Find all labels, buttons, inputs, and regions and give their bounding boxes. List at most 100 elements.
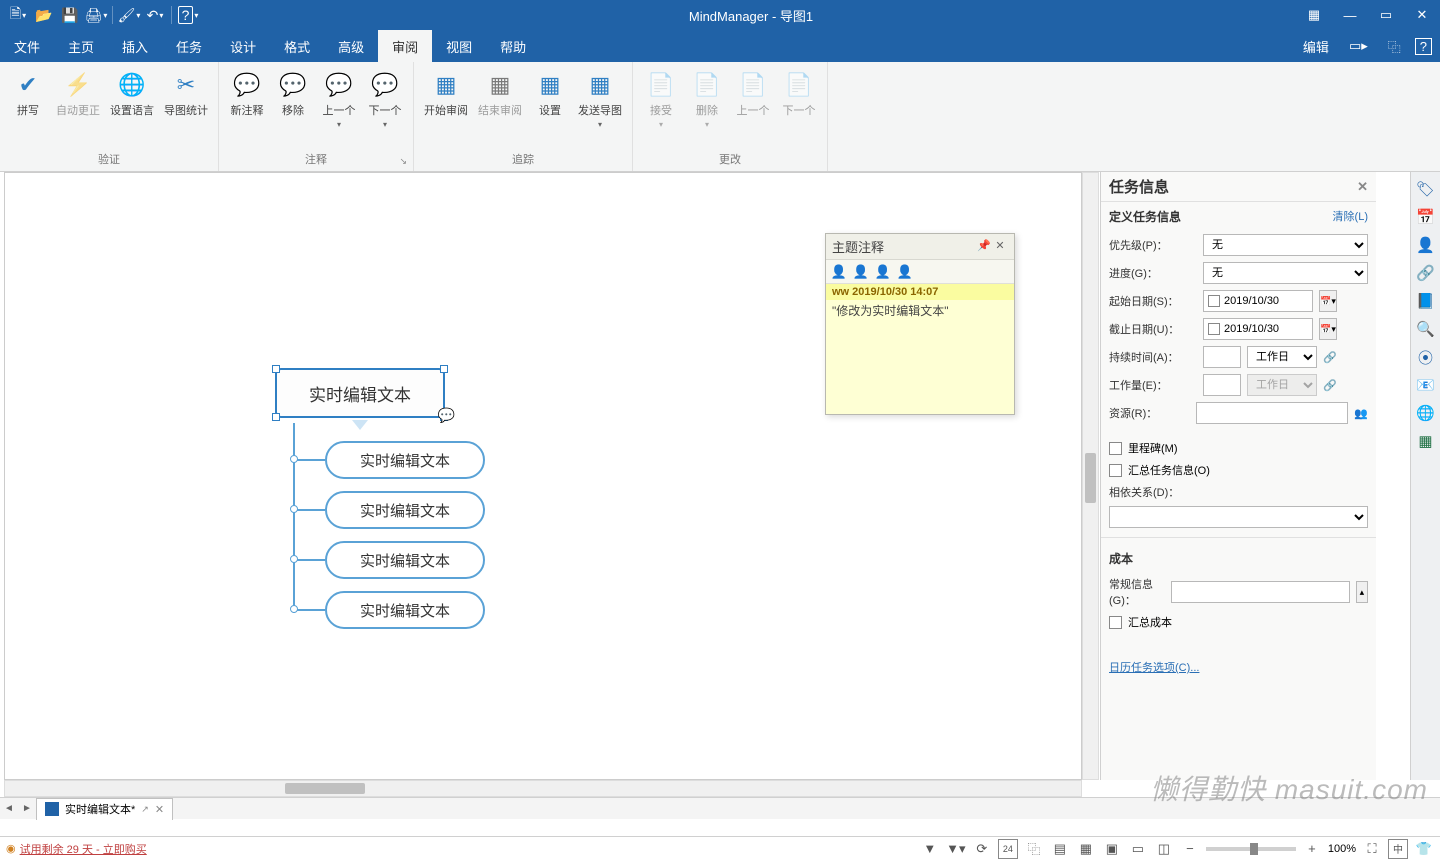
qat-format-painter[interactable]: 🖌▾ (117, 3, 141, 27)
resource-picker-icon[interactable]: 👥 (1354, 407, 1368, 420)
document-tab[interactable]: 实时编辑文本* ↗ ✕ (36, 798, 173, 820)
cost-spinner-up[interactable]: ▴ (1356, 581, 1368, 603)
strip-calendar-icon[interactable]: 📅 (1413, 204, 1439, 230)
tab-task[interactable]: 任务 (162, 30, 216, 62)
mindmap-child-topic[interactable]: 实时编辑文本 (325, 541, 485, 579)
selection-handle[interactable] (440, 365, 448, 373)
group-launcher-annotation[interactable]: ↘ (399, 156, 407, 167)
review-settings-button[interactable]: ▦设置 (528, 66, 572, 121)
ribbon-display-button[interactable]: ▦ (1296, 0, 1332, 30)
tab-advanced[interactable]: 高级 (324, 30, 378, 62)
vertical-scrollbar[interactable] (1082, 172, 1099, 780)
strip-search-icon[interactable]: 🔍 (1413, 316, 1439, 342)
tab-review[interactable]: 审阅 (378, 30, 432, 62)
tree-icon[interactable]: ⿻ (1382, 35, 1407, 58)
tab-file[interactable]: 文件 (0, 30, 54, 62)
link-icon[interactable]: 🔗 (1323, 379, 1337, 392)
maximize-button[interactable]: ▭ (1368, 0, 1404, 30)
view-icon-icon[interactable]: ◫ (1154, 839, 1174, 859)
strip-person-icon[interactable]: 👤 (1413, 232, 1439, 258)
strip-link-icon[interactable]: 🔗 (1413, 260, 1439, 286)
qat-save[interactable]: 💾 (58, 3, 82, 27)
zoom-out-button[interactable]: − (1180, 839, 1200, 859)
strip-doc-icon[interactable]: 📘 (1413, 288, 1439, 314)
priority-select[interactable]: 无 (1203, 234, 1368, 256)
pin-icon[interactable]: 📌 (976, 239, 992, 255)
set-language-button[interactable]: 🌐设置语言 (106, 66, 158, 121)
zoom-slider[interactable] (1206, 847, 1296, 851)
mindmap-child-topic[interactable]: 实时编辑文本 (325, 591, 485, 629)
tab-prev-button[interactable]: ◄ (0, 800, 18, 818)
strip-target-icon[interactable]: ⦿ (1413, 344, 1439, 370)
milestone-checkbox[interactable] (1109, 442, 1122, 455)
strip-tag-icon[interactable]: 🏷 (1413, 176, 1439, 202)
progress-select[interactable]: 无 (1203, 262, 1368, 284)
qat-new[interactable]: 🗎▾ (6, 3, 30, 27)
send-map-button[interactable]: ▦发送导图▾ (574, 66, 626, 132)
zoom-level[interactable]: 100% (1328, 843, 1356, 855)
cost-input[interactable] (1171, 581, 1350, 603)
remove-annotation-button[interactable]: 💬移除 (271, 66, 315, 121)
dependency-select[interactable] (1109, 506, 1368, 528)
resource-input[interactable] (1196, 402, 1348, 424)
tab-home[interactable]: 主页 (54, 30, 108, 62)
strip-outlook-icon[interactable]: 📧 (1413, 372, 1439, 398)
summary-task-checkbox[interactable] (1109, 464, 1122, 477)
mindmap-child-topic[interactable]: 实时编辑文本 (325, 441, 485, 479)
view-gantt-icon[interactable]: ▦ (1076, 839, 1096, 859)
comment-indicator-icon[interactable]: 💬 (438, 407, 455, 424)
duration-input[interactable] (1203, 346, 1241, 368)
tab-view[interactable]: 视图 (432, 30, 486, 62)
qat-help[interactable]: ?▾ (176, 3, 200, 27)
ime-icon[interactable]: 👕 (1414, 839, 1434, 859)
effort-input[interactable] (1203, 374, 1241, 396)
view-present-icon[interactable]: ▭ (1128, 839, 1148, 859)
summary-cost-checkbox[interactable] (1109, 616, 1122, 629)
clear-link[interactable]: 清除(L) (1333, 208, 1368, 225)
horizontal-scrollbar[interactable] (4, 780, 1082, 797)
qat-open[interactable]: 📂 (32, 3, 56, 27)
prev-annotation-button[interactable]: 💬上一个▾ (317, 66, 361, 132)
help-button[interactable]: ? (1415, 38, 1432, 55)
start-review-button[interactable]: ▦开始审阅 (420, 66, 472, 121)
map-stats-button[interactable]: ✂导图统计 (160, 66, 212, 121)
calendar-options-link[interactable]: 日历任务选项(C)... (1101, 653, 1376, 681)
selection-handle[interactable] (272, 413, 280, 421)
view-outline-icon[interactable]: ▤ (1050, 839, 1070, 859)
start-date-input[interactable]: 2019/10/30 (1203, 290, 1313, 312)
filter-settings-icon[interactable]: ▼▾ (946, 839, 966, 859)
ime-indicator[interactable]: 中 (1388, 839, 1408, 859)
layout-icon[interactable]: ▭▸ (1343, 36, 1374, 56)
person-remove-icon[interactable]: 👤 (852, 263, 870, 281)
person-prev-icon[interactable]: 👤 (874, 263, 892, 281)
tab-insert[interactable]: 插入 (108, 30, 162, 62)
selection-handle[interactable] (272, 365, 280, 373)
zoom-in-button[interactable]: + (1302, 839, 1322, 859)
strip-excel-icon[interactable]: ▦ (1413, 428, 1439, 454)
panel-close-button[interactable]: ✕ (1357, 179, 1368, 195)
tab-pin-icon[interactable]: ↗ (141, 804, 149, 815)
qat-undo[interactable]: ↶▾ (143, 3, 167, 27)
view-map-icon[interactable]: ⿻ (1024, 839, 1044, 859)
person-next-icon[interactable]: 👤 (896, 263, 914, 281)
tab-help[interactable]: 帮助 (486, 30, 540, 62)
qat-print[interactable]: 🖨▾ (84, 3, 108, 27)
fit-button[interactable]: ⛶ (1362, 839, 1382, 859)
close-button[interactable]: ✕ (1404, 0, 1440, 30)
start-date-picker[interactable]: 📅▾ (1319, 290, 1337, 312)
duration-unit-select[interactable]: 工作日 (1247, 346, 1317, 368)
badge-icon[interactable]: 24 (998, 839, 1018, 859)
next-annotation-button[interactable]: 💬下一个▾ (363, 66, 407, 132)
mindmap-child-topic[interactable]: 实时编辑文本 (325, 491, 485, 529)
tab-close-button[interactable]: ✕ (155, 803, 164, 816)
strip-web-icon[interactable]: 🌐 (1413, 400, 1439, 426)
minimize-button[interactable]: — (1332, 0, 1368, 30)
new-annotation-button[interactable]: 💬新注释 (225, 66, 269, 121)
person-icon[interactable]: 👤 (830, 263, 848, 281)
tab-next-button[interactable]: ► (18, 800, 36, 818)
add-child-indicator[interactable] (352, 420, 368, 430)
end-date-input[interactable]: 2019/10/30 (1203, 318, 1313, 340)
filter-icon[interactable]: ▼ (920, 839, 940, 859)
tab-design[interactable]: 设计 (216, 30, 270, 62)
link-icon[interactable]: 🔗 (1323, 351, 1337, 364)
